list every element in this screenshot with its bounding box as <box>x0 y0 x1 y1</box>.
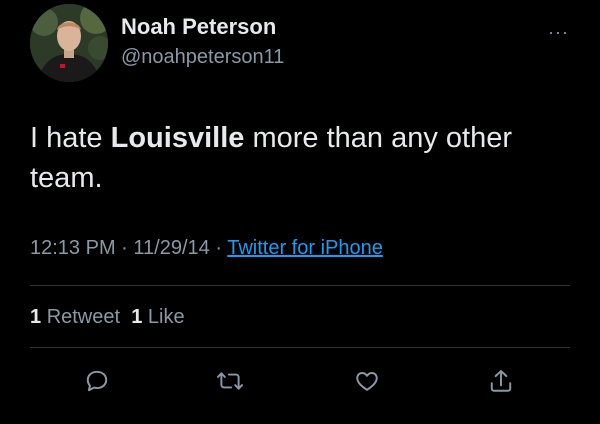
heart-icon <box>356 372 378 391</box>
user-handle[interactable]: @noahpeterson11 <box>121 46 284 69</box>
retweet-icon <box>216 372 244 390</box>
meta-separator: · <box>121 237 128 259</box>
user-name[interactable]: Noah Peterson <box>121 14 276 40</box>
tweet-source-link[interactable]: Twitter for iPhone <box>227 237 383 259</box>
tweet-date[interactable]: 11/29/14 <box>133 237 209 259</box>
share-icon <box>490 370 512 392</box>
tweet-time[interactable]: 12:13 PM <box>30 237 116 259</box>
like-button[interactable] <box>352 366 382 396</box>
like-stat[interactable]: 1 Like <box>131 306 184 328</box>
reply-icon <box>86 370 108 392</box>
retweet-count: 1 <box>30 306 42 328</box>
share-button[interactable] <box>486 366 516 396</box>
meta-separator: · <box>215 237 223 259</box>
retweet-stat[interactable]: 1 Retweet <box>30 306 120 328</box>
tweet-stats: 1 Retweet 1 Like <box>30 306 185 329</box>
divider <box>30 285 570 286</box>
like-label: Like <box>147 306 185 328</box>
tweet-meta: 12:13 PM · 11/29/14 · Twitter for iPhone <box>30 237 383 260</box>
like-count: 1 <box>131 306 143 328</box>
tweet-text-bold: Louisville <box>110 122 245 154</box>
more-options-icon[interactable]: ··· <box>548 22 569 43</box>
retweet-label: Retweet <box>46 306 121 328</box>
tweet-text-part: I hate <box>30 122 111 154</box>
tweet-text: I hate Louisville more than any other te… <box>30 118 575 198</box>
reply-button[interactable] <box>82 366 112 396</box>
divider <box>30 347 570 348</box>
retweet-button[interactable] <box>215 366 245 396</box>
avatar[interactable] <box>30 4 108 82</box>
